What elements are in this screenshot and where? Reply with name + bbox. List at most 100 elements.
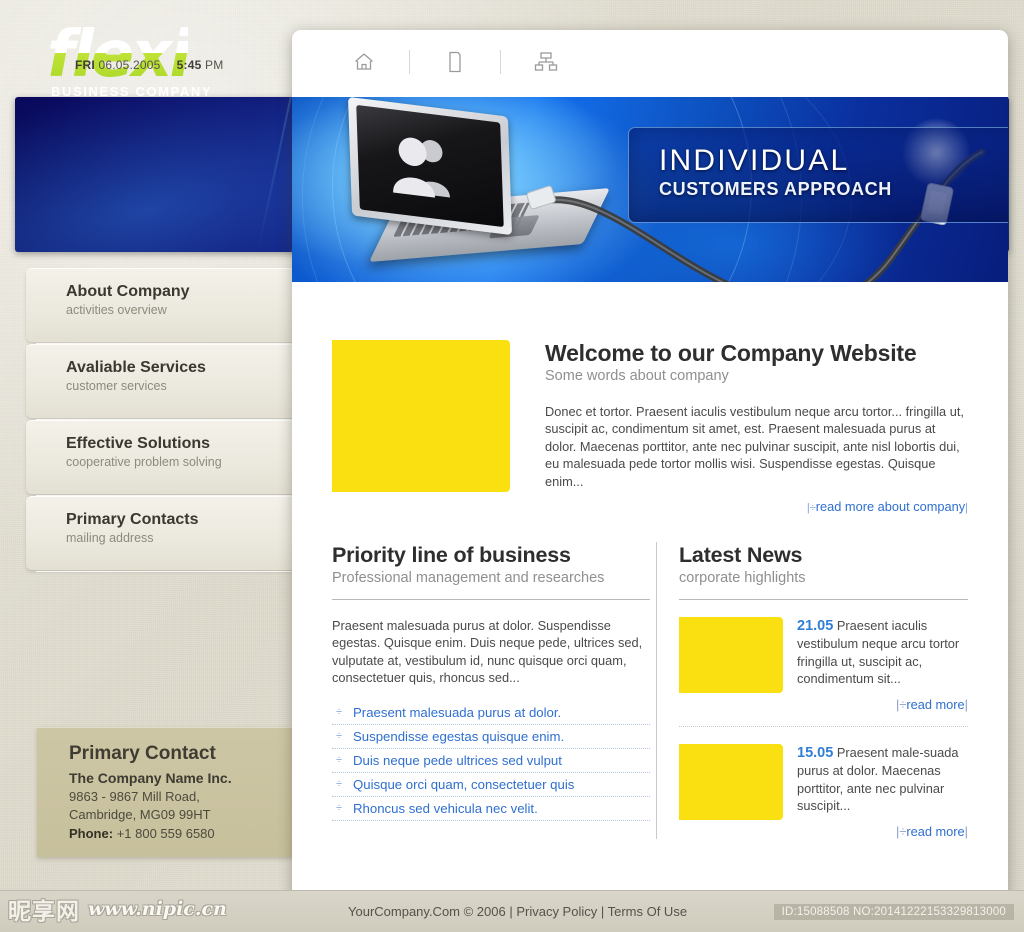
- home-icon[interactable]: [337, 52, 391, 72]
- column-divider: [656, 542, 657, 840]
- time-value: 5:45: [176, 58, 202, 72]
- welcome-body: Donec et tortor. Praesent iaculis vestib…: [545, 404, 964, 489]
- primary-contact-company: The Company Name Inc.: [69, 770, 232, 786]
- welcome-section: Welcome to our Company Website Some word…: [332, 282, 968, 514]
- priority-subtitle: Professional management and researches: [332, 570, 605, 587]
- news-read-more: |÷read more|: [679, 697, 968, 712]
- primary-contact-phone: Phone: +1 800 559 6580: [69, 824, 275, 843]
- main-content-card: INDIVIDUAL CUSTOMERS APPROACH Welcome to…: [292, 30, 1008, 900]
- sidebar-item-primary-contacts[interactable]: Primary Contacts mailing address: [26, 496, 314, 572]
- pipe-right: |: [964, 824, 968, 840]
- hero-title: INDIVIDUAL: [659, 144, 850, 177]
- list-item[interactable]: ÷ Suspendisse egestas quisque enim.: [332, 725, 650, 749]
- laptop-lid: [347, 97, 513, 236]
- news-separator: [679, 726, 968, 728]
- footer-text: YourCompany.Com © 2006 | Privacy Policy …: [348, 904, 688, 919]
- news-item-date: 15.05: [797, 745, 834, 762]
- sidebar-item-subtitle: activities overview: [66, 303, 167, 317]
- bullet-marker: ÷: [336, 777, 343, 790]
- primary-contact-address-line2: Cambridge, MG09 99HT: [69, 807, 211, 822]
- news-read-more: |÷read more|: [679, 824, 968, 839]
- news-image-placeholder: [679, 617, 783, 694]
- primary-contact-heading: Primary Contact: [69, 743, 216, 764]
- news-read-more-link[interactable]: read more: [906, 697, 964, 712]
- sidebar-item-about-company[interactable]: About Company activities overview: [26, 268, 314, 344]
- sitemap-icon[interactable]: [519, 51, 573, 73]
- sidebar-item-title: Effective Solutions: [66, 435, 211, 452]
- sidebar-item-title: Avaliable Services: [66, 359, 206, 376]
- news-item-text: 15.05 Praesent male-suada purus at dolor…: [783, 744, 968, 820]
- pipe-right: |: [964, 697, 968, 713]
- list-item-label: Praesent malesuada purus at dolor.: [353, 704, 562, 720]
- priority-title: Priority line of business: [332, 543, 571, 568]
- sidebar-item-subtitle: cooperative problem solving: [66, 455, 222, 469]
- laptop-illustration: [332, 97, 611, 270]
- sidebar-item-title: About Company: [66, 283, 190, 300]
- hero-subtitle: CUSTOMERS APPROACH: [659, 179, 892, 199]
- list-item[interactable]: ÷ Duis neque pede ultrices sed vulput: [332, 749, 650, 773]
- news-item-text: 21.05 Praesent iaculis vestibulum neque …: [783, 617, 968, 693]
- news-title: Latest News: [679, 543, 803, 568]
- list-item-label: Duis neque pede ultrices sed vulput: [353, 752, 562, 768]
- hero-banner: INDIVIDUAL CUSTOMERS APPROACH: [292, 97, 1008, 282]
- sidebar-nav: About Company activities overview Avalia…: [26, 268, 314, 572]
- sidebar-item-subtitle: mailing address: [66, 531, 154, 545]
- welcome-read-more-link[interactable]: read more about company: [816, 499, 965, 514]
- site-watermark: 昵享网 www.nipic.cn: [8, 892, 227, 926]
- list-item-label: Suspendisse egestas quisque enim.: [353, 728, 565, 744]
- welcome-subtitle: Some words about company: [545, 368, 729, 384]
- primary-contact-address-line1: 9863 - 9867 Mill Road,: [69, 789, 200, 804]
- news-rule: [679, 599, 968, 601]
- news-item: 15.05 Praesent male-suada purus at dolor…: [679, 744, 968, 821]
- news-image-placeholder: [679, 744, 783, 821]
- top-icon-bar: [292, 30, 1008, 97]
- sidebar-item-effective-solutions[interactable]: Effective Solutions cooperative problem …: [26, 420, 314, 496]
- icon-divider: [500, 50, 501, 74]
- list-item[interactable]: ÷ Praesent malesuada purus at dolor.: [332, 701, 650, 725]
- welcome-read-more: |÷read more about company|: [545, 499, 968, 514]
- watermark-id-badge: ID:15088508 NO:20141222153329813000: [773, 904, 1014, 920]
- sidebar-item-avaliable-services[interactable]: Avaliable Services customer services: [26, 344, 314, 420]
- pipe-right: |: [965, 502, 968, 515]
- sidebar-item-subtitle: customer services: [66, 379, 167, 393]
- bullet-marker: ÷: [336, 729, 343, 742]
- date-value: 06.05.2005: [98, 58, 161, 72]
- time-ampm: PM: [205, 58, 224, 72]
- list-item[interactable]: ÷ Quisque orci quam, consectetuer quis: [332, 773, 650, 797]
- card-content: Welcome to our Company Website Some word…: [292, 282, 1008, 840]
- watermark-url: www.nipic.cn: [88, 898, 227, 920]
- priority-link-list: ÷ Praesent malesuada purus at dolor. ÷ Sus…: [332, 701, 650, 821]
- primary-contact-box: Primary Contact The Company Name Inc. 98…: [37, 727, 293, 857]
- page-icon[interactable]: [428, 51, 482, 73]
- news-column: Latest News corporate highlights 21.05 P…: [679, 542, 968, 839]
- date-day: FRI: [75, 58, 95, 72]
- bullet-marker: ÷: [336, 753, 343, 766]
- news-read-more-link[interactable]: read more: [906, 824, 964, 839]
- list-item-label: Rhoncus sed vehicula nec velit.: [353, 800, 538, 816]
- priority-column: Priority line of business Professional m…: [332, 542, 650, 839]
- welcome-image-placeholder: [332, 340, 510, 492]
- priority-body: Praesent malesuada purus at dolor. Suspe…: [332, 618, 643, 686]
- date-time-strip: FRI 06.05.2005 5:45 PM: [75, 58, 223, 72]
- two-column-area: Priority line of business Professional m…: [332, 542, 968, 840]
- laptop-screen: [356, 104, 504, 228]
- news-header: Latest News corporate highlights: [679, 542, 968, 588]
- hero-ribbon: INDIVIDUAL CUSTOMERS APPROACH: [628, 127, 1008, 223]
- primary-contact-phone-value: +1 800 559 6580: [116, 826, 215, 841]
- news-subtitle: corporate highlights: [679, 570, 806, 587]
- bullet-marker: ÷: [336, 801, 343, 814]
- icon-divider: [409, 50, 410, 74]
- news-item: 21.05 Praesent iaculis vestibulum neque …: [679, 617, 968, 694]
- list-item[interactable]: ÷ Rhoncus sed vehicula nec velit.: [332, 797, 650, 821]
- primary-contact-phone-label: Phone:: [69, 826, 114, 841]
- priority-rule: [332, 599, 650, 601]
- sidebar-item-title: Primary Contacts: [66, 511, 199, 528]
- list-item-label: Quisque orci quam, consectetuer quis: [353, 776, 575, 792]
- welcome-title: Welcome to our Company Website: [545, 340, 917, 366]
- watermark-cn-text: 昵享网: [8, 899, 80, 925]
- logo-wordmark: flexi: [47, 18, 191, 92]
- bullet-marker: ÷: [336, 705, 343, 718]
- news-item-date: 21.05: [797, 618, 834, 635]
- priority-header: Priority line of business Professional m…: [332, 542, 650, 588]
- people-icon: [393, 137, 451, 198]
